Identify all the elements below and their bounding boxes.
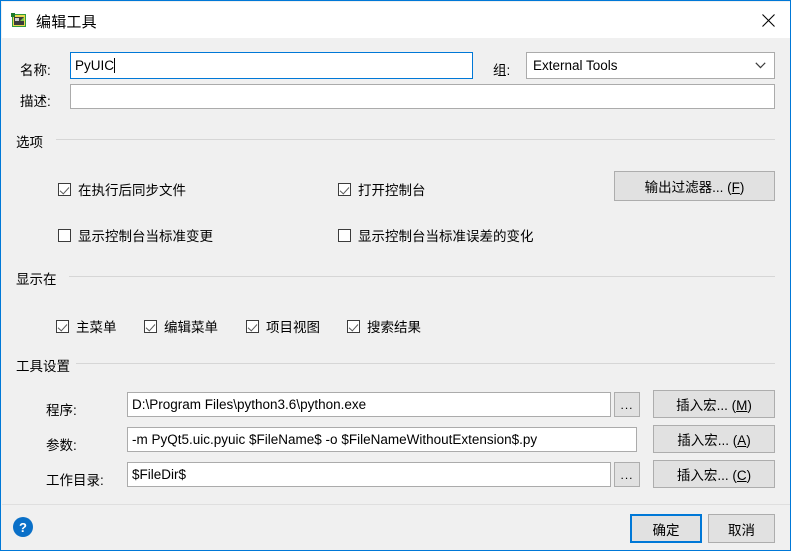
- working-directory-insert-macro-label: 插入宏... (C): [676, 468, 752, 483]
- program-label: 程序:: [46, 403, 77, 418]
- group-combobox[interactable]: External Tools: [526, 52, 775, 79]
- checkbox-main-menu[interactable]: 主菜单: [56, 316, 117, 336]
- checkbox-box: [246, 319, 259, 333]
- group-combobox-value: External Tools: [533, 58, 618, 73]
- checkbox-edit-menu[interactable]: 编辑菜单: [144, 316, 218, 336]
- checkbox-box: [56, 319, 69, 333]
- working-directory-insert-macro-button[interactable]: 插入宏... (C): [653, 460, 775, 488]
- ok-button[interactable]: 确定: [630, 514, 702, 543]
- checkbox-show-console-on-stderr-change[interactable]: 显示控制台当标准误差的变化: [338, 225, 534, 245]
- parameters-insert-macro-button[interactable]: 插入宏... (A): [653, 425, 775, 453]
- parameters-label: 参数:: [46, 438, 77, 453]
- program-browse-button[interactable]: ...: [614, 392, 640, 417]
- output-filter-button[interactable]: 输出过滤器... (F): [614, 171, 775, 201]
- group-label: 组:: [493, 63, 511, 78]
- options-group-title: 选项: [16, 131, 49, 151]
- checkbox-label: 显示控制台当标准变更: [78, 229, 213, 244]
- cancel-button[interactable]: 取消: [708, 514, 775, 543]
- app-icon: [11, 12, 28, 29]
- show-in-group-title: 显示在: [16, 268, 63, 288]
- checkbox-label: 项目视图: [266, 320, 320, 335]
- working-directory-input[interactable]: $FileDir$: [127, 462, 611, 487]
- checkbox-sync-after-execution[interactable]: 在执行后同步文件: [58, 179, 186, 199]
- tool-settings-group-divider: [69, 363, 775, 364]
- working-directory-browse-label: ...: [620, 467, 634, 482]
- checkbox-label: 主菜单: [76, 320, 117, 335]
- parameters-input[interactable]: -m PyQt5.uic.pyuic $FileName$ -o $FileNa…: [127, 427, 637, 452]
- working-directory-label: 工作目录:: [46, 473, 104, 488]
- checkbox-label: 编辑菜单: [164, 320, 218, 335]
- checkbox-box: [338, 182, 351, 196]
- show-in-group-divider: [69, 276, 775, 277]
- checkbox-label: 在执行后同步文件: [78, 183, 186, 198]
- checkbox-box: [338, 228, 351, 242]
- name-input[interactable]: PyUIC: [70, 52, 473, 79]
- checkbox-box: [144, 319, 157, 333]
- checkbox-open-console[interactable]: 打开控制台: [338, 179, 426, 199]
- chevron-down-icon: [755, 53, 766, 78]
- parameters-insert-macro-label: 插入宏... (A): [677, 433, 751, 448]
- program-browse-label: ...: [620, 397, 634, 412]
- checkbox-label: 打开控制台: [358, 183, 426, 198]
- cancel-button-label: 取消: [728, 522, 755, 538]
- program-insert-macro-button[interactable]: 插入宏... (M): [653, 390, 775, 418]
- checkbox-project-view[interactable]: 项目视图: [246, 316, 320, 336]
- program-input-value: D:\Program Files\python3.6\python.exe: [132, 397, 367, 412]
- checkbox-box: [58, 228, 71, 242]
- checkbox-show-console-on-stdout-change[interactable]: 显示控制台当标准变更: [58, 225, 213, 245]
- name-input-value: PyUIC: [75, 58, 115, 73]
- tool-settings-group-title: 工具设置: [16, 355, 76, 375]
- program-insert-macro-label: 插入宏... (M): [676, 398, 752, 413]
- ok-button-label: 确定: [652, 522, 680, 538]
- output-filter-button-label: 输出过滤器... (F): [644, 180, 745, 195]
- checkbox-search-results[interactable]: 搜索结果: [347, 316, 421, 336]
- close-icon[interactable]: [745, 2, 790, 38]
- text-caret: [114, 58, 116, 73]
- program-input[interactable]: D:\Program Files\python3.6\python.exe: [127, 392, 611, 417]
- name-label: 名称:: [20, 63, 51, 78]
- working-directory-browse-button[interactable]: ...: [614, 462, 640, 487]
- checkbox-label: 显示控制台当标准误差的变化: [358, 229, 534, 244]
- edit-tool-dialog: 编辑工具 名称: PyUIC 组: External Tools 描述: 选项 …: [0, 0, 791, 551]
- dialog-body: 名称: PyUIC 组: External Tools 描述: 选项 在执行后同…: [2, 38, 790, 504]
- checkbox-label: 搜索结果: [367, 320, 421, 335]
- checkbox-box: [58, 182, 71, 196]
- checkbox-box: [347, 319, 360, 333]
- window-title: 编辑工具: [36, 14, 97, 31]
- title-bar: 编辑工具: [2, 2, 790, 38]
- options-group-divider: [56, 139, 775, 140]
- parameters-input-value: -m PyQt5.uic.pyuic $FileName$ -o $FileNa…: [132, 432, 538, 447]
- description-label: 描述:: [20, 94, 51, 109]
- help-icon[interactable]: ?: [13, 517, 33, 537]
- description-input[interactable]: [70, 84, 775, 109]
- working-directory-input-value: $FileDir$: [132, 467, 187, 482]
- help-glyph: ?: [19, 519, 27, 535]
